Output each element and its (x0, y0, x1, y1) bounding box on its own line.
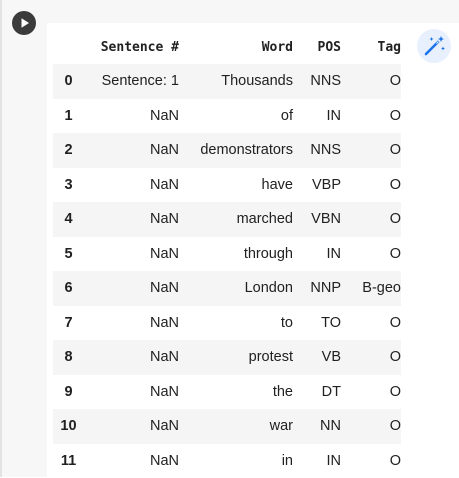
cell-pos: NNS (293, 64, 341, 99)
row-index: 8 (53, 340, 84, 375)
table-body: 0Sentence: 1ThousandsNNSO1NaNofINO2NaNde… (53, 64, 401, 478)
cell-tag: O (341, 375, 401, 410)
table-row: 0Sentence: 1ThousandsNNSO (53, 64, 401, 99)
table-row: 11NaNinINO (53, 444, 401, 478)
row-index: 2 (53, 133, 84, 168)
cell-sentence: Sentence: 1 (84, 64, 179, 99)
cell-sentence: NaN (84, 271, 179, 306)
cell-word: London (179, 271, 293, 306)
table-row: 4NaNmarchedVBNO (53, 202, 401, 237)
cell-word: war (179, 409, 293, 444)
cell-pos: IN (293, 444, 341, 478)
header-index (53, 30, 84, 64)
header-word: Word (179, 30, 293, 64)
header-pos: POS (293, 30, 341, 64)
dataframe-table: Sentence # Word POS Tag 0Sentence: 1Thou… (53, 30, 401, 478)
cell-tag: O (341, 237, 401, 272)
cell-tag: O (341, 444, 401, 478)
cell-tag: O (341, 306, 401, 341)
table-row: 6NaNLondonNNPB-geo (53, 271, 401, 306)
cell-pos: NNS (293, 133, 341, 168)
row-index: 6 (53, 271, 84, 306)
row-index: 1 (53, 99, 84, 134)
cell-sentence: NaN (84, 202, 179, 237)
cell-word: to (179, 306, 293, 341)
cell-word: demonstrators (179, 133, 293, 168)
cell-word: through (179, 237, 293, 272)
cell-tag: O (341, 133, 401, 168)
cell-sentence: NaN (84, 375, 179, 410)
row-index: 11 (53, 444, 84, 478)
cell-sentence: NaN (84, 237, 179, 272)
cell-pos: VBN (293, 202, 341, 237)
cell-sentence: NaN (84, 340, 179, 375)
cell-border (0, 0, 2, 477)
cell-sentence: NaN (84, 99, 179, 134)
table-row: 9NaNtheDTO (53, 375, 401, 410)
cell-word: protest (179, 340, 293, 375)
row-index: 5 (53, 237, 84, 272)
cell-pos: IN (293, 99, 341, 134)
row-index: 4 (53, 202, 84, 237)
magic-wand-icon (417, 29, 451, 63)
cell-sentence: NaN (84, 306, 179, 341)
table-row: 3NaNhaveVBPO (53, 168, 401, 203)
cell-toolbar-strip (47, 0, 459, 23)
cell-tag: O (341, 99, 401, 134)
cell-word: have (179, 168, 293, 203)
convert-to-interactive-button[interactable] (417, 29, 451, 63)
table-row: 7NaNtoTOO (53, 306, 401, 341)
table-row: 1NaNofINO (53, 99, 401, 134)
cell-sentence: NaN (84, 444, 179, 478)
cell-pos: VB (293, 340, 341, 375)
play-icon (12, 11, 36, 35)
cell-tag: O (341, 409, 401, 444)
cell-pos: DT (293, 375, 341, 410)
cell-pos: NN (293, 409, 341, 444)
cell-word: the (179, 375, 293, 410)
cell-word: Thousands (179, 64, 293, 99)
row-index: 0 (53, 64, 84, 99)
cell-word: of (179, 99, 293, 134)
cell-word: in (179, 444, 293, 478)
cell-gutter (0, 0, 47, 477)
row-index: 10 (53, 409, 84, 444)
cell-pos: VBP (293, 168, 341, 203)
cell-sentence: NaN (84, 168, 179, 203)
header-tag: Tag (341, 30, 401, 64)
cell-sentence: NaN (84, 133, 179, 168)
table-header-row: Sentence # Word POS Tag (53, 30, 401, 64)
row-index: 9 (53, 375, 84, 410)
cell-pos: TO (293, 306, 341, 341)
cell-tag: O (341, 168, 401, 203)
cell-word: marched (179, 202, 293, 237)
row-index: 3 (53, 168, 84, 203)
cell-pos: NNP (293, 271, 341, 306)
table-row: 10NaNwarNNO (53, 409, 401, 444)
run-cell-button[interactable] (12, 11, 36, 35)
cell-tag: O (341, 202, 401, 237)
cell-tag: O (341, 340, 401, 375)
table-row: 2NaNdemonstratorsNNSO (53, 133, 401, 168)
header-sentence: Sentence # (84, 30, 179, 64)
cell-tag: O (341, 64, 401, 99)
cell-sentence: NaN (84, 409, 179, 444)
table-row: 5NaNthroughINO (53, 237, 401, 272)
table-row: 8NaNprotestVBO (53, 340, 401, 375)
cell-pos: IN (293, 237, 341, 272)
row-index: 7 (53, 306, 84, 341)
cell-tag: B-geo (341, 271, 401, 306)
